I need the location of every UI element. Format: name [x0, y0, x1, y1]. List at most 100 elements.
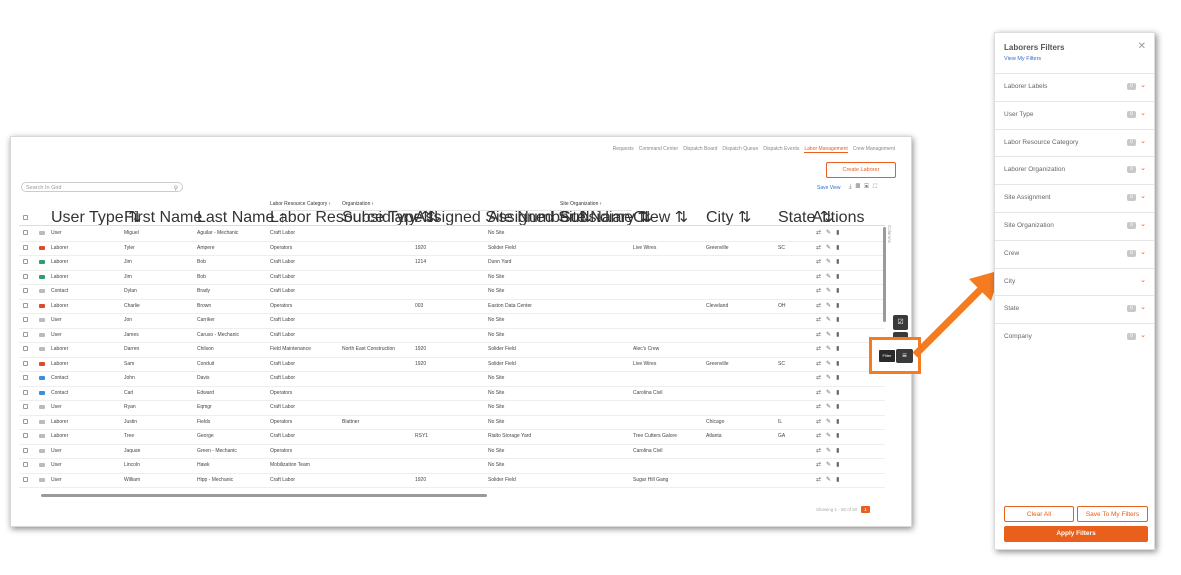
- table-row[interactable]: Laborer Tyler Ampere Operators 1920 Solider F…: [19, 241, 885, 256]
- edit-icon[interactable]: ✎: [826, 259, 836, 265]
- table-row[interactable]: Laborer Sam Conduit Craft Labor 1920 Solider …: [19, 357, 885, 372]
- filter-section[interactable]: Laborer Labels 0 ⌄: [995, 73, 1154, 101]
- view-my-filters-link[interactable]: View My Filters: [1004, 56, 1041, 62]
- row-checkbox[interactable]: [23, 230, 28, 235]
- swap-icon[interactable]: ⇄: [816, 448, 826, 454]
- trash-icon[interactable]: ▮: [836, 245, 844, 251]
- edit-icon[interactable]: ✎: [826, 462, 836, 468]
- table-row[interactable]: User William Hipp - Mechanic Craft Labor 192…: [19, 473, 885, 488]
- table-row[interactable]: User Ryan Eqmgr Craft Labor No Site ⇄✎▮: [19, 400, 885, 416]
- chevron-down-icon[interactable]: ⌄: [1140, 303, 1146, 311]
- nav-item[interactable]: Dispatch Board: [683, 146, 717, 152]
- row-checkbox[interactable]: [23, 244, 28, 250]
- swap-icon[interactable]: ⇄: [816, 259, 826, 265]
- trash-icon[interactable]: ▮: [836, 477, 844, 483]
- chevron-down-icon[interactable]: ⌄: [1140, 137, 1146, 145]
- swap-icon[interactable]: ⇄: [816, 245, 826, 251]
- close-icon[interactable]: ✕: [1138, 41, 1146, 52]
- edit-icon[interactable]: ✎: [826, 433, 836, 439]
- chevron-down-icon[interactable]: ⌄: [1140, 220, 1146, 228]
- edit-icon[interactable]: ✎: [826, 274, 836, 280]
- trash-icon[interactable]: ▮: [836, 390, 844, 396]
- swap-icon[interactable]: ⇄: [816, 332, 826, 338]
- row-checkbox[interactable]: [23, 418, 28, 424]
- nav-item[interactable]: Requests: [613, 146, 634, 152]
- create-laborer-button[interactable]: Create Laborer: [826, 162, 896, 178]
- row-checkbox[interactable]: [23, 447, 28, 453]
- columns-icon[interactable]: ▦: [856, 184, 865, 190]
- edit-icon[interactable]: ✎: [826, 390, 836, 396]
- row-checkbox[interactable]: [23, 331, 28, 337]
- filter-section[interactable]: Site Organization 0 ⌄: [995, 212, 1154, 240]
- table-row[interactable]: Laborer Jim Bob Craft Labor No Site ⇄✎▮: [19, 270, 885, 285]
- filter-section[interactable]: Company 0 ⌄: [995, 323, 1154, 351]
- table-row[interactable]: User Miguel Aguilar - Mechanic Craft Labor N…: [19, 226, 885, 242]
- trash-icon[interactable]: ▮: [836, 259, 844, 265]
- swap-icon[interactable]: ⇄: [816, 317, 826, 323]
- trash-icon[interactable]: ▮: [836, 317, 844, 323]
- row-checkbox[interactable]: [23, 302, 28, 308]
- edit-icon[interactable]: ✎: [826, 375, 836, 381]
- edit-icon[interactable]: ✎: [826, 245, 836, 251]
- columns-side-tab[interactable]: Columns: [887, 225, 892, 243]
- chevron-down-icon[interactable]: ⌄: [1140, 248, 1146, 256]
- save-view-link[interactable]: Save View: [817, 185, 841, 191]
- trash-icon[interactable]: ▮: [836, 303, 844, 309]
- vertical-scrollbar[interactable]: [883, 227, 886, 322]
- edit-icon[interactable]: ✎: [826, 346, 836, 352]
- chevron-down-icon[interactable]: ⌄: [1140, 109, 1146, 117]
- trash-icon[interactable]: ▮: [836, 404, 844, 410]
- row-checkbox[interactable]: [23, 375, 28, 380]
- chevron-down-icon[interactable]: ⌄: [1140, 331, 1146, 339]
- row-checkbox[interactable]: [23, 433, 28, 438]
- table-row[interactable]: Contact Dylan Brady Craft Labor No Site ⇄✎▮: [19, 284, 885, 300]
- trash-icon[interactable]: ▮: [836, 274, 844, 280]
- row-checkbox[interactable]: [23, 462, 28, 467]
- filter-section[interactable]: Labor Resource Category 0 ⌄: [995, 128, 1154, 157]
- nav-item[interactable]: Crew Management: [853, 146, 895, 152]
- chevron-down-icon[interactable]: ⌄: [1140, 81, 1146, 89]
- table-row[interactable]: Laborer Darren Chilson Field Maintenance Nor…: [19, 342, 885, 358]
- chevron-down-icon[interactable]: ⌄: [1140, 192, 1146, 200]
- edit-icon[interactable]: ✎: [826, 477, 836, 483]
- table-row[interactable]: Laborer Jim Bob Craft Labor 1214 Dunn Yard ⇄✎▮: [19, 255, 885, 271]
- trash-icon[interactable]: ▮: [836, 433, 844, 439]
- trash-icon[interactable]: ▮: [836, 230, 844, 236]
- edit-icon[interactable]: ✎: [826, 404, 836, 410]
- filter-section[interactable]: City ⌄: [995, 267, 1154, 296]
- edit-icon[interactable]: ✎: [826, 230, 836, 236]
- chevron-down-icon[interactable]: ⌄: [1140, 164, 1146, 172]
- edit-icon[interactable]: ✎: [826, 303, 836, 309]
- row-checkbox[interactable]: [23, 404, 28, 409]
- table-row[interactable]: Laborer Charlie Brown Operators 003 Easton Da…: [19, 299, 885, 314]
- group-header-organization[interactable]: Organization ›: [342, 201, 373, 207]
- row-checkbox[interactable]: [23, 476, 28, 482]
- page-number-button[interactable]: 1: [861, 506, 870, 513]
- row-checkbox[interactable]: [23, 360, 28, 366]
- swap-icon[interactable]: ⇄: [816, 303, 826, 309]
- table-row[interactable]: User Jaquan Green - Mechanic Operators No Si…: [19, 444, 885, 459]
- trash-icon[interactable]: ▮: [836, 419, 844, 425]
- trash-icon[interactable]: ▮: [836, 288, 844, 294]
- edit-icon[interactable]: ✎: [826, 332, 836, 338]
- row-checkbox[interactable]: [23, 389, 28, 395]
- filter-section[interactable]: Site Assignment 0 ⌄: [995, 184, 1154, 212]
- chevron-down-icon[interactable]: ⌄: [1140, 276, 1146, 284]
- swap-icon[interactable]: ⇄: [816, 346, 826, 352]
- fullscreen-icon[interactable]: ⛶: [873, 184, 881, 190]
- select-all-checkbox[interactable]: [23, 215, 28, 220]
- trash-icon[interactable]: ▮: [836, 462, 844, 468]
- row-checkbox[interactable]: [23, 288, 28, 293]
- edit-icon[interactable]: ✎: [826, 288, 836, 294]
- trash-icon[interactable]: ▮: [836, 448, 844, 454]
- nav-item[interactable]: Labor Management: [804, 146, 848, 153]
- table-row[interactable]: User James Caruso - Mechanic Craft Labor No …: [19, 328, 885, 343]
- swap-icon[interactable]: ⇄: [816, 375, 826, 381]
- row-checkbox[interactable]: [23, 346, 28, 351]
- row-checkbox[interactable]: [23, 273, 28, 279]
- filter-section[interactable]: State 0 ⌄: [995, 295, 1154, 323]
- trash-icon[interactable]: ▮: [836, 332, 844, 338]
- nav-item[interactable]: Dispatch Events: [763, 146, 799, 152]
- fit-icon[interactable]: ▣: [864, 184, 873, 190]
- trash-icon[interactable]: ▮: [836, 375, 844, 381]
